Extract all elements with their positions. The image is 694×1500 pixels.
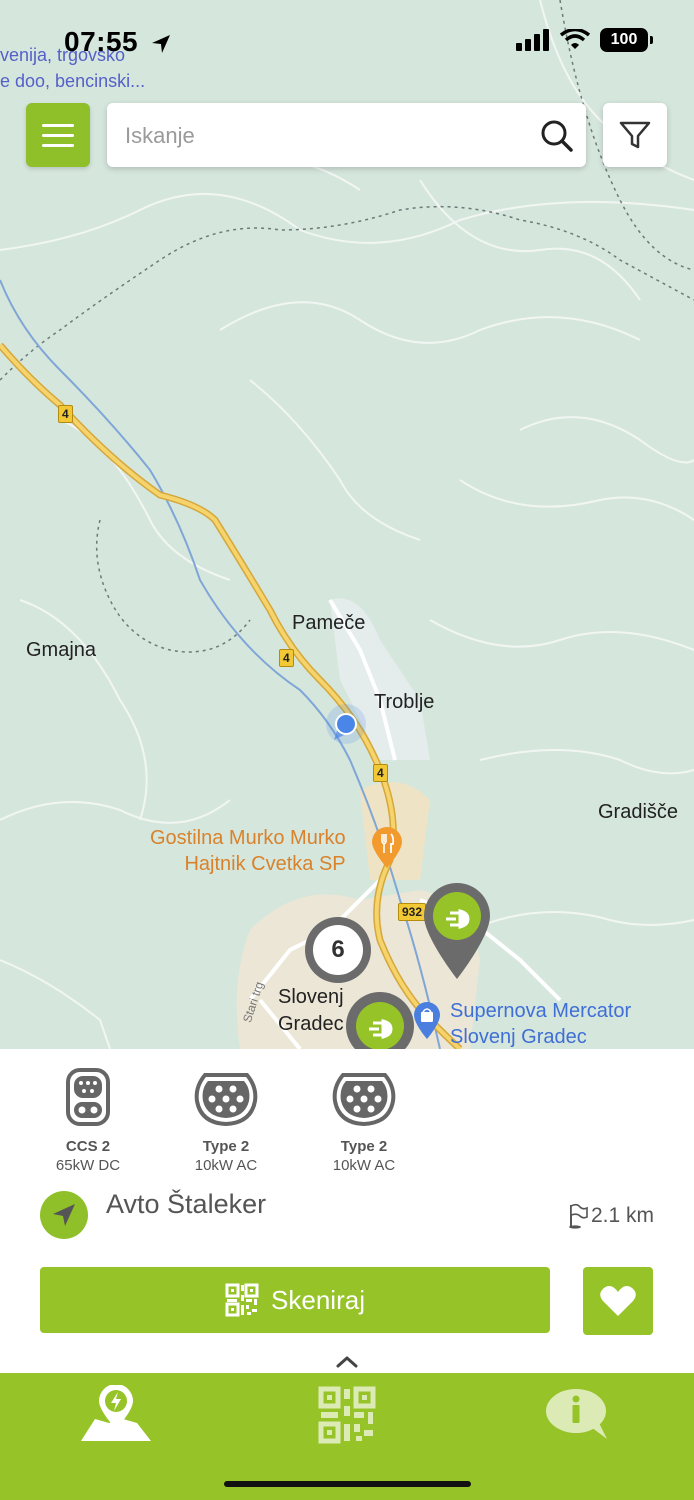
road-shield: 4 bbox=[58, 405, 73, 423]
menu-button[interactable] bbox=[26, 103, 90, 167]
poi-line: Hajtnik Cvetka SP bbox=[184, 853, 346, 875]
qr-code-tab-icon bbox=[318, 1386, 376, 1444]
connector-list: CCS 2 65kW DC Type 2 10kW AC Type 2 10kW… bbox=[30, 1067, 422, 1174]
place-label: Gradec bbox=[278, 1013, 344, 1035]
station-detail-panel: CCS 2 65kW DC Type 2 10kW AC Type 2 10kW… bbox=[0, 1049, 694, 1373]
map-view[interactable]: venija, trgovsko e doo, bencinski... 4 4… bbox=[0, 0, 694, 1049]
status-right: 100 bbox=[516, 28, 653, 52]
heart-icon bbox=[600, 1286, 636, 1316]
info-bubble-icon bbox=[546, 1389, 607, 1439]
battery-indicator: 100 bbox=[600, 28, 653, 52]
map-overlay-line: e doo, bencinski... bbox=[0, 71, 146, 91]
qr-code-icon bbox=[225, 1283, 259, 1317]
flag-icon bbox=[568, 1203, 588, 1229]
map-charging-icon bbox=[81, 1385, 151, 1441]
scan-button-label: Skeniraj bbox=[271, 1284, 365, 1315]
favorite-button[interactable] bbox=[583, 1267, 653, 1335]
place-label: Pameče bbox=[292, 612, 366, 634]
road-shield: 4 bbox=[373, 764, 388, 782]
cellular-signal-icon bbox=[516, 29, 549, 51]
status-time-text: 07:55 bbox=[64, 26, 139, 57]
connector-item[interactable]: CCS 2 65kW DC bbox=[30, 1067, 146, 1174]
road-shield: 4 bbox=[279, 649, 294, 667]
connector-type: Type 2 bbox=[340, 1138, 388, 1155]
tab-map[interactable] bbox=[76, 1383, 156, 1447]
station-distance: 2.1 km bbox=[567, 1203, 654, 1229]
connector-item[interactable]: Type 2 10kW AC bbox=[168, 1067, 284, 1174]
selected-charger-pin-icon[interactable] bbox=[344, 990, 416, 1049]
tab-scan[interactable] bbox=[307, 1383, 387, 1447]
navigation-arrow-icon bbox=[53, 1204, 75, 1226]
poi-restaurant-label[interactable]: Gostilna Murko Murko Hajtnik Cvetka SP bbox=[150, 825, 346, 877]
distance-text: 2.1 km bbox=[590, 1204, 654, 1227]
status-time: 07:55 bbox=[64, 26, 172, 58]
filter-button[interactable] bbox=[603, 103, 667, 167]
ccs2-connector-icon bbox=[66, 1068, 110, 1126]
search-box[interactable] bbox=[107, 103, 586, 169]
user-location-icon bbox=[326, 704, 366, 744]
connector-item[interactable]: Type 2 10kW AC bbox=[306, 1067, 422, 1174]
bottom-tab-bar bbox=[0, 1373, 694, 1500]
poi-store-label[interactable]: Supernova Mercator Slovenj Gradec bbox=[450, 998, 631, 1049]
type2-connector-icon bbox=[332, 1073, 396, 1127]
hamburger-icon-bar bbox=[42, 123, 74, 127]
filter-icon bbox=[619, 121, 651, 149]
type2-connector-icon bbox=[194, 1073, 258, 1127]
scan-button[interactable]: Skeniraj bbox=[40, 1267, 550, 1333]
poi-line: Supernova Mercator bbox=[450, 1000, 632, 1022]
station-cluster-marker[interactable]: 6 bbox=[305, 917, 371, 983]
connector-spec: 65kW DC bbox=[55, 1157, 121, 1174]
connector-type: CCS 2 bbox=[65, 1138, 111, 1155]
navigate-button[interactable] bbox=[40, 1191, 88, 1239]
wifi-icon bbox=[560, 29, 590, 49]
hamburger-icon-bar bbox=[42, 143, 74, 147]
place-label: Slovenj bbox=[278, 986, 344, 1008]
connector-spec: 10kW AC bbox=[332, 1157, 396, 1174]
poi-line: Gostilna Murko Murko bbox=[150, 827, 346, 849]
connector-spec: 10kW AC bbox=[194, 1157, 258, 1174]
restaurant-pin-icon[interactable] bbox=[370, 825, 404, 869]
tab-info[interactable] bbox=[538, 1383, 618, 1447]
hamburger-icon-bar bbox=[42, 133, 74, 137]
station-name: Avto Štaleker bbox=[106, 1189, 267, 1219]
station-info-row: Avto Štaleker 2.1 km bbox=[40, 1189, 654, 1249]
location-arrow-icon bbox=[152, 34, 171, 53]
charger-pin-icon[interactable] bbox=[422, 881, 492, 981]
chevron-up-icon[interactable] bbox=[335, 1355, 359, 1369]
connector-type: Type 2 bbox=[202, 1138, 250, 1155]
search-input[interactable] bbox=[123, 103, 527, 169]
place-label: Gmajna bbox=[26, 639, 97, 661]
search-icon[interactable] bbox=[540, 119, 574, 153]
home-indicator bbox=[224, 1481, 471, 1487]
store-pin-icon[interactable] bbox=[412, 1000, 442, 1040]
cluster-count: 6 bbox=[313, 925, 363, 975]
poi-line: Slovenj Gradec bbox=[450, 1026, 587, 1048]
place-label: Troblje bbox=[374, 691, 435, 713]
place-label: Gradišče bbox=[598, 801, 679, 823]
